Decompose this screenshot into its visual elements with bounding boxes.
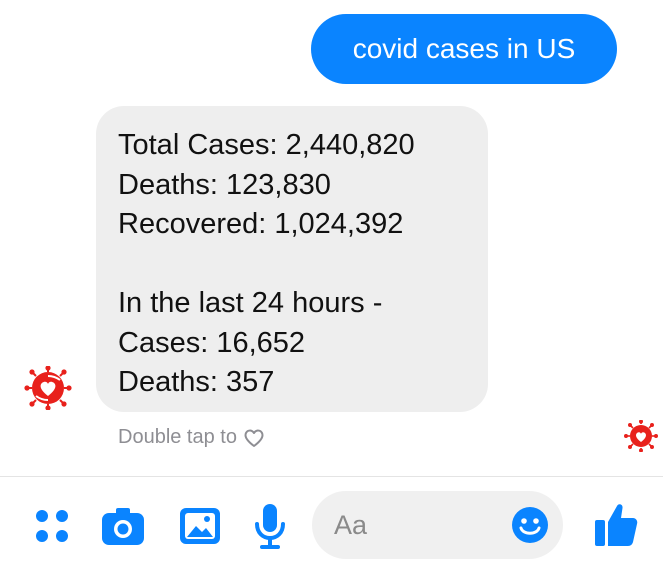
microphone-icon[interactable] bbox=[254, 502, 286, 550]
incoming-message-line: Total Cases: 2,440,820 bbox=[118, 129, 415, 161]
double-tap-hint: Double tap to bbox=[118, 426, 265, 449]
incoming-message-line bbox=[118, 245, 478, 285]
message-input-placeholder: Aa bbox=[334, 509, 368, 540]
sender-avatar-icon[interactable] bbox=[22, 365, 74, 411]
double-tap-label: Double tap to bbox=[118, 426, 237, 448]
incoming-message-line: Cases: 16,652 bbox=[118, 326, 306, 359]
thumbs-up-icon[interactable] bbox=[593, 500, 639, 548]
heart-outline-icon bbox=[244, 429, 264, 447]
composer-divider bbox=[0, 476, 663, 477]
incoming-message-line: In the last 24 hours - bbox=[118, 287, 383, 319]
read-receipt-avatar-icon bbox=[623, 419, 658, 453]
emoji-icon[interactable] bbox=[510, 505, 550, 545]
image-icon[interactable] bbox=[178, 505, 222, 547]
incoming-message-bubble[interactable]: Total Cases: 2,440,820 Deaths: 123,830 R… bbox=[96, 106, 488, 412]
camera-icon[interactable] bbox=[101, 505, 145, 547]
incoming-message-line: Recovered: 1,024,392 bbox=[118, 208, 404, 240]
outgoing-message-text: covid cases in US bbox=[352, 33, 576, 64]
outgoing-message-bubble[interactable]: covid cases in US bbox=[311, 14, 617, 84]
incoming-message-line: Deaths: 123,830 bbox=[118, 168, 331, 201]
menu-dots-icon[interactable] bbox=[34, 508, 70, 544]
incoming-message-line: Deaths: 357 bbox=[118, 366, 275, 398]
